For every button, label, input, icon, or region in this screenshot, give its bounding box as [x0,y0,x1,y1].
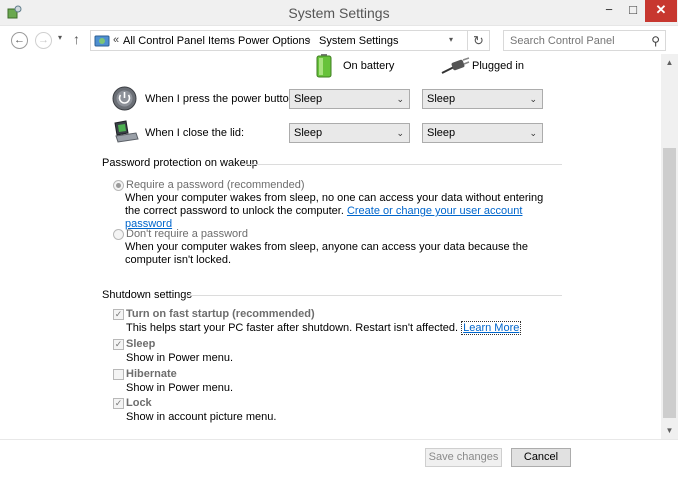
require-password-label[interactable]: Require a password (recommended) [126,179,305,191]
chevron-down-icon: ⌄ [529,128,537,138]
fast-startup-description: This helps start your PC faster after sh… [126,321,522,335]
scroll-down-button[interactable]: ▼ [661,422,678,439]
sleep-checkbox[interactable]: ✓ [113,339,124,350]
selected-value: Sleep [427,127,456,139]
lock-description: Show in account picture menu. [126,411,277,423]
search-icon[interactable]: ⚲ [651,34,660,48]
sleep-description: Show in Power menu. [126,352,233,364]
refresh-button[interactable]: ↻ [467,31,489,50]
breadcrumb-item[interactable]: System Settings [319,35,398,47]
forward-button[interactable]: → [35,32,52,49]
selected-value: Sleep [427,93,456,105]
password-section-heading: Password protection on wakeup [102,157,258,169]
require-password-description: When your computer wakes from sleep, no … [125,192,545,231]
back-button[interactable]: ← [11,32,28,49]
breadcrumb-overflow[interactable]: « [113,34,119,46]
scroll-thumb[interactable] [663,148,676,418]
breadcrumb-item[interactable]: Power Options [238,35,310,47]
up-button[interactable]: ↑ [73,31,80,47]
power-button-plugged-select[interactable]: Sleep ⌄ [422,89,543,109]
address-history-button[interactable]: ▾ [449,35,453,44]
title-bar: System Settings − □ ✕ [0,0,678,26]
save-changes-button[interactable]: Save changes [425,448,502,467]
shutdown-section-heading: Shutdown settings [102,289,192,301]
fast-startup-label[interactable]: Turn on fast startup (recommended) [126,308,315,320]
power-button-icon [112,86,137,111]
fast-startup-text: This helps start your PC faster after sh… [126,322,462,334]
search-box[interactable]: ⚲ [503,30,666,51]
power-plug-icon [441,57,470,74]
breadcrumb-separator[interactable]: › [226,34,230,46]
laptop-lid-icon [114,120,139,143]
lock-label[interactable]: Lock [126,397,152,409]
dialog-footer: Save changes Cancel [0,439,678,479]
selected-value: Sleep [294,93,323,105]
section-divider [186,295,562,296]
fast-startup-checkbox[interactable]: ✓ [113,309,124,320]
window-title: System Settings [288,5,390,21]
scroll-up-button[interactable]: ▲ [661,54,678,71]
main-content: On battery Plugged in When I press the p… [0,54,661,439]
cancel-button[interactable]: Cancel [511,448,571,467]
hibernate-description: Show in Power menu. [126,382,233,394]
breadcrumb-item[interactable]: All Control Panel Items [123,35,235,47]
vertical-scrollbar[interactable]: ▲ ▼ [661,54,678,439]
chevron-down-icon: ⌄ [396,94,404,104]
hibernate-label[interactable]: Hibernate [126,368,177,380]
require-password-radio[interactable] [113,180,124,191]
lock-checkbox[interactable]: ✓ [113,398,124,409]
power-button-label: When I press the power button: [145,93,298,105]
search-input[interactable] [504,31,644,50]
section-divider [244,164,562,165]
maximize-button[interactable]: □ [621,2,645,24]
minimize-button[interactable]: − [597,2,621,24]
chevron-down-icon: ⌄ [529,94,537,104]
on-battery-header: On battery [343,60,395,72]
close-button[interactable]: ✕ [645,0,677,22]
address-bar[interactable]: « All Control Panel Items › Power Option… [90,30,490,51]
lid-close-label: When I close the lid: [145,127,245,139]
sleep-label[interactable]: Sleep [126,338,155,350]
lid-close-plugged-select[interactable]: Sleep ⌄ [422,123,543,143]
lid-close-battery-select[interactable]: Sleep ⌄ [289,123,410,143]
no-password-description: When your computer wakes from sleep, any… [125,241,528,266]
learn-more-link[interactable]: Learn More [461,321,522,335]
battery-icon [316,54,332,78]
plugged-in-header: Plugged in [472,60,524,72]
selected-value: Sleep [294,127,323,139]
hibernate-checkbox[interactable] [113,369,124,380]
control-panel-icon [94,35,110,47]
navigation-bar: ← → ▾ ↑ « All Control Panel Items › Powe… [0,27,678,53]
no-password-radio[interactable] [113,229,124,240]
recent-locations-button[interactable]: ▾ [58,33,62,42]
power-button-battery-select[interactable]: Sleep ⌄ [289,89,410,109]
breadcrumb-separator[interactable]: › [307,34,311,46]
chevron-down-icon: ⌄ [396,128,404,138]
no-password-label[interactable]: Don't require a password [126,228,248,240]
